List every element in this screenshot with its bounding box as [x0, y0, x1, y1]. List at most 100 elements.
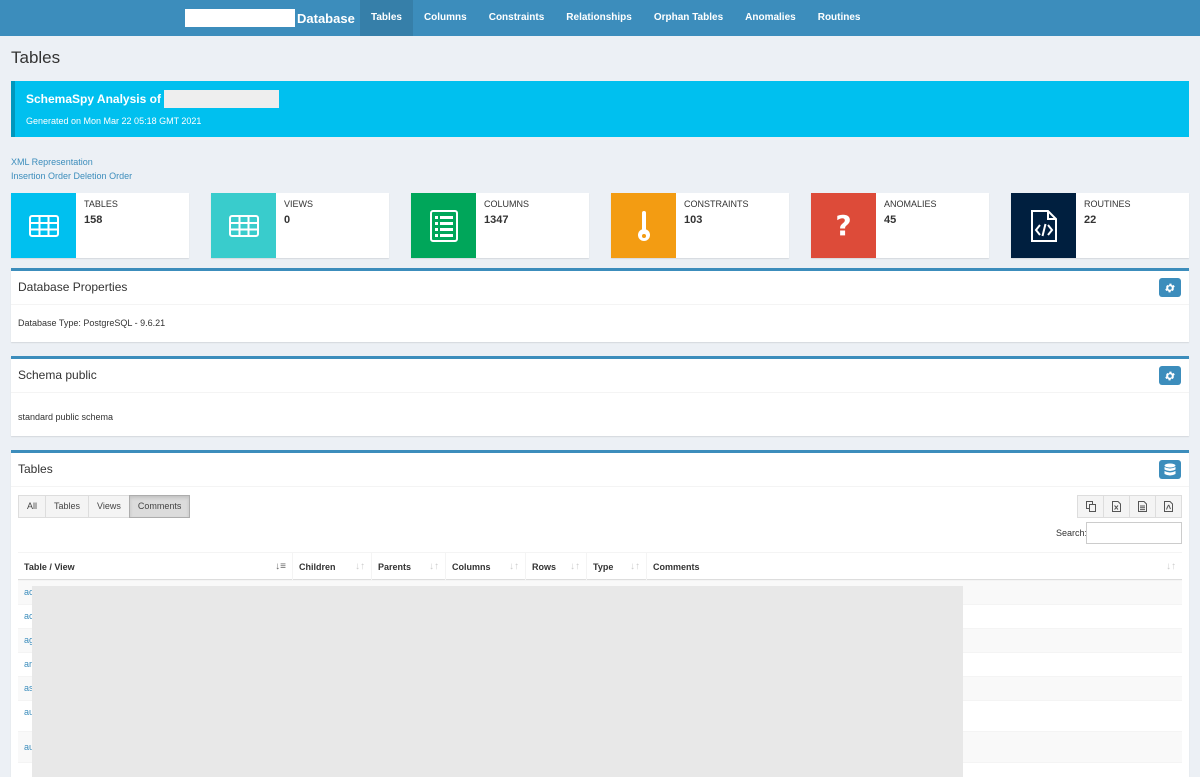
nav-routines[interactable]: Routines	[807, 0, 872, 36]
database-icon	[1164, 463, 1176, 475]
gear-icon	[1165, 283, 1175, 292]
sort-icon: ↓↑	[1166, 561, 1176, 572]
nav-orphan-tables[interactable]: Orphan Tables	[643, 0, 734, 36]
filter-all[interactable]: All	[18, 495, 47, 518]
stat-constraints[interactable]: CONSTRAINTS 103	[611, 193, 789, 258]
column-label: Comments	[653, 562, 700, 572]
nav-menu: Tables Columns Constraints Relationships…	[360, 0, 872, 36]
sort-icon: ↓↑	[509, 561, 519, 572]
gear-button[interactable]	[1159, 278, 1181, 297]
copy-icon	[1085, 501, 1096, 512]
stat-columns[interactable]: COLUMNS 1347	[411, 193, 589, 258]
nav-constraints[interactable]: Constraints	[478, 0, 556, 36]
table-link[interactable]: ar	[24, 659, 32, 669]
sort-icon: ↓↑	[630, 561, 640, 572]
column-label: Children	[299, 562, 336, 572]
col-type[interactable]: Type ↓↑	[587, 553, 647, 581]
sort-icon: ↓↑	[570, 561, 580, 572]
copy-button[interactable]	[1077, 495, 1104, 518]
page-title: Tables	[11, 48, 61, 67]
stat-value: 0	[284, 214, 291, 226]
gear-button[interactable]	[1159, 366, 1181, 385]
stat-value: 103	[684, 214, 703, 226]
col-children[interactable]: Children ↓↑	[293, 553, 372, 581]
pdf-button[interactable]	[1155, 495, 1182, 518]
panel-header: Schema public	[11, 359, 1189, 393]
table-header: Table / View ↓≡ Children ↓↑ Parents ↓↑ Colu…	[18, 552, 1182, 581]
stat-label: CONSTRAINTS	[684, 199, 749, 209]
excel-file-icon	[1112, 501, 1121, 512]
col-columns[interactable]: Columns ↓↑	[446, 553, 526, 581]
top-navbar: Database Tables Columns Constraints Rela…	[0, 0, 1200, 36]
stat-value: 45	[884, 214, 897, 226]
key-icon	[611, 193, 676, 258]
col-parents[interactable]: Parents ↓↑	[372, 553, 446, 581]
panel-header: Tables	[11, 453, 1189, 487]
stat-tables[interactable]: TABLES 158	[11, 193, 189, 258]
code-file-icon	[1011, 193, 1076, 258]
table-icon	[11, 193, 76, 258]
column-label: Table / View	[24, 562, 75, 572]
question-icon: ?	[811, 193, 876, 258]
stat-value: 22	[1084, 214, 1097, 226]
panel-title: Database Properties	[18, 280, 128, 294]
stat-label: VIEWS	[284, 199, 314, 209]
generated-date: Generated on Mon Mar 22 05:18 GMT 2021	[26, 116, 202, 126]
export-buttons	[1077, 495, 1182, 518]
column-label: Rows	[532, 562, 557, 572]
sort-icon: ↓↑	[355, 561, 365, 572]
deletion-order-link[interactable]: Deletion Order	[74, 171, 133, 181]
filter-tables[interactable]: Tables	[45, 495, 90, 518]
column-label: Columns	[452, 562, 491, 572]
search-input[interactable]	[1086, 522, 1182, 544]
xml-link[interactable]: XML Representation	[11, 157, 93, 167]
insertion-order-link[interactable]: Insertion Order	[11, 171, 71, 181]
redacted-table-content	[32, 586, 963, 777]
schema-description: standard public schema	[18, 412, 114, 422]
filter-comments[interactable]: Comments	[128, 495, 191, 518]
brand-suffix: Database	[297, 10, 355, 26]
sort-icon: ↓↑	[429, 561, 439, 572]
col-comments[interactable]: Comments ↓↑	[647, 553, 1182, 581]
analysis-callout: SchemaSpy Analysis of Generated on Mon M…	[11, 81, 1189, 137]
excel-button[interactable]	[1103, 495, 1130, 518]
stat-label: TABLES	[84, 199, 118, 209]
list-icon	[411, 193, 476, 258]
database-button[interactable]	[1159, 460, 1181, 479]
nav-anomalies[interactable]: Anomalies	[734, 0, 807, 36]
callout-title: SchemaSpy Analysis of	[26, 90, 1178, 108]
export-links: XML Representation Insertion Order Delet…	[11, 155, 132, 183]
stat-label: ROUTINES	[1084, 199, 1131, 209]
panel-title: Schema public	[18, 368, 97, 382]
panel-header: Database Properties	[11, 271, 1189, 305]
column-label: Type	[593, 562, 614, 572]
filter-views[interactable]: Views	[88, 495, 130, 518]
redacted-schema-name	[163, 90, 279, 108]
col-table-view[interactable]: Table / View ↓≡	[18, 553, 293, 581]
nav-tables[interactable]: Tables	[360, 0, 413, 36]
stat-label: ANOMALIES	[884, 199, 937, 209]
stat-routines[interactable]: ROUTINES 22	[1011, 193, 1189, 258]
column-label: Parents	[378, 562, 412, 572]
stat-label: COLUMNS	[484, 199, 530, 209]
panel-title: Tables	[18, 462, 53, 476]
stat-value: 1347	[484, 214, 509, 226]
stat-views[interactable]: VIEWS 0	[211, 193, 389, 258]
redacted-brand	[185, 9, 295, 27]
callout-title-text: SchemaSpy Analysis of	[26, 92, 161, 106]
nav-columns[interactable]: Columns	[413, 0, 478, 36]
nav-relationships[interactable]: Relationships	[555, 0, 643, 36]
col-rows[interactable]: Rows ↓↑	[526, 553, 587, 581]
gear-icon	[1165, 371, 1175, 380]
pdf-file-icon	[1164, 501, 1173, 512]
stat-anomalies[interactable]: ? ANOMALIES 45	[811, 193, 989, 258]
database-type: Database Type: PostgreSQL - 9.6.21	[18, 318, 166, 328]
csv-button[interactable]	[1129, 495, 1156, 518]
database-properties-panel: Database Properties Database Type: Postg…	[11, 268, 1189, 342]
text-file-icon	[1138, 501, 1147, 512]
sort-asc-icon: ↓≡	[275, 561, 286, 572]
filter-group: All Tables Views Comments	[18, 495, 191, 518]
brand-title[interactable]: Database	[185, 0, 355, 36]
search-label: Search:	[1055, 528, 1087, 538]
table-icon	[211, 193, 276, 258]
